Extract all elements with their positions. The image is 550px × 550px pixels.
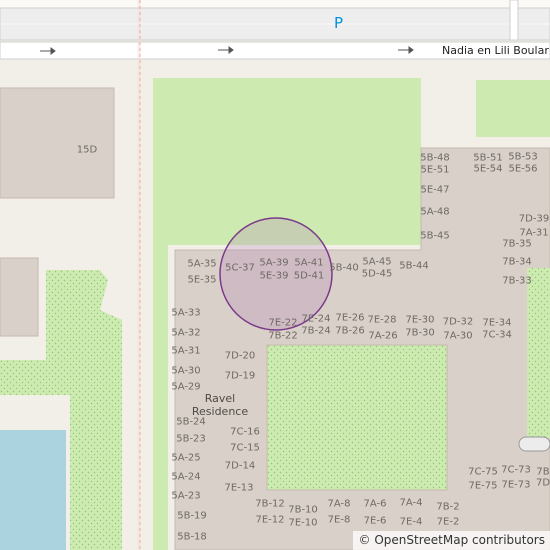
house-number: 7A-31: [519, 227, 549, 239]
map-canvas[interactable]: P Nadia en Lili Boular 15D Ravel Residen…: [0, 0, 550, 550]
house-number: 5A-29: [171, 381, 201, 393]
house-number: 7D-14: [224, 460, 256, 472]
house-number: 5B-23: [176, 433, 206, 445]
house-number: 5E-47: [420, 184, 450, 196]
house-number: 7B-2: [436, 501, 460, 513]
house-number: 7A-6: [363, 498, 387, 510]
house-number: 5C-37: [225, 262, 255, 274]
courtyard-right: [527, 268, 550, 438]
house-number: 7A-4: [399, 497, 423, 509]
courtyard: [266, 344, 448, 491]
house-number: 5B-18: [177, 531, 207, 543]
house-number: 5A-23: [171, 490, 201, 502]
house-number: 5A-39: [259, 257, 289, 269]
house-number: 7E-34: [482, 317, 512, 329]
building-left: [0, 257, 39, 337]
house-number: 7E-22: [268, 317, 298, 329]
house-number: 7B: [536, 466, 550, 478]
house-number: 5B-19: [177, 510, 207, 522]
parking-symbol[interactable]: P: [334, 14, 343, 32]
house-number: 5E-51: [420, 164, 450, 176]
house-number: 7E-12: [255, 514, 285, 526]
house-number: 7A-8: [327, 498, 351, 510]
house-number: 7A-26: [368, 330, 398, 342]
house-number: 7C-16: [230, 426, 260, 438]
house-number: 7C-75: [468, 466, 498, 478]
house-number: 7C-15: [230, 442, 260, 454]
house-number: 7B-26: [335, 325, 365, 337]
house-number: 7E-10: [288, 517, 318, 529]
attribution[interactable]: © OpenStreetMap contributors: [352, 531, 550, 550]
house-number: 7C-73: [501, 464, 531, 476]
house-number: 5A-31: [171, 345, 201, 357]
house-number: 7E-13: [224, 482, 254, 494]
house-number: 5E-35: [187, 274, 217, 286]
house-number: 7B-34: [502, 256, 532, 268]
house-number: 7E-4: [399, 516, 423, 528]
house-number: 7B-24: [301, 325, 331, 337]
top-area: [0, 0, 550, 8]
house-number: 5A-35: [187, 258, 217, 270]
house-number: 7B-22: [268, 330, 298, 342]
house-number: 5B-24: [176, 416, 206, 428]
house-number: 5B-45: [420, 230, 450, 242]
house-number: 5B-51: [473, 152, 503, 164]
complex-name-line1: Ravel: [204, 392, 236, 405]
house-number: 5A-32: [171, 327, 201, 339]
house-number: 5A-48: [420, 206, 450, 218]
house-number: 5A-45: [362, 256, 392, 268]
house-number: 7E-75: [468, 480, 498, 492]
building-label-15d: 15D: [76, 144, 98, 156]
house-number: 5A-25: [171, 452, 201, 464]
house-number: 7B-35: [502, 238, 532, 250]
house-number: 7D: [535, 477, 550, 489]
house-number: 7D-39: [518, 213, 550, 225]
house-number: 5A-24: [171, 471, 201, 483]
house-number: 7E-24: [301, 313, 331, 325]
house-number: 7B-33: [502, 275, 532, 287]
house-number: 7E-2: [436, 516, 460, 528]
attribution-link[interactable]: © OpenStreetMap contributors: [359, 533, 545, 547]
house-number: 5D-41: [293, 270, 325, 282]
house-number: 5B-53: [508, 151, 538, 163]
road-name[interactable]: Nadia en Lili Boular: [442, 44, 549, 57]
house-number: 7E-30: [405, 314, 435, 326]
house-number: 7D-32: [442, 316, 474, 328]
house-number: 5A-41: [294, 257, 324, 269]
complex-name[interactable]: Ravel Residence: [192, 392, 248, 418]
house-number: 7B-10: [288, 504, 318, 516]
house-number: 7B-30: [405, 327, 435, 339]
house-number: 7E-28: [367, 314, 397, 326]
house-number: 7A-30: [443, 330, 473, 342]
house-number: 5E-56: [508, 163, 538, 175]
house-number: 5B-44: [399, 260, 429, 272]
house-number: 7E-26: [335, 312, 365, 324]
building-15d: [0, 87, 115, 199]
house-number: 5B-40: [329, 262, 359, 274]
house-number: 5E-39: [259, 270, 289, 282]
water: [0, 430, 66, 550]
house-number: 5B-48: [420, 152, 450, 164]
grass-right: [476, 80, 550, 137]
house-number: 5D-45: [361, 268, 393, 280]
house-number: 7E-8: [327, 514, 351, 526]
pill-shape: [518, 436, 550, 452]
house-number: 7E-6: [363, 515, 387, 527]
house-number: 7E-73: [501, 479, 531, 491]
house-number: 5A-33: [171, 307, 201, 319]
house-number: 7B-12: [255, 498, 285, 510]
house-number: 7D-19: [224, 370, 256, 382]
house-number: 7D-20: [224, 350, 256, 362]
house-number: 5E-54: [473, 163, 503, 175]
house-number: 7C-34: [482, 329, 512, 341]
house-number: 5A-30: [171, 365, 201, 377]
